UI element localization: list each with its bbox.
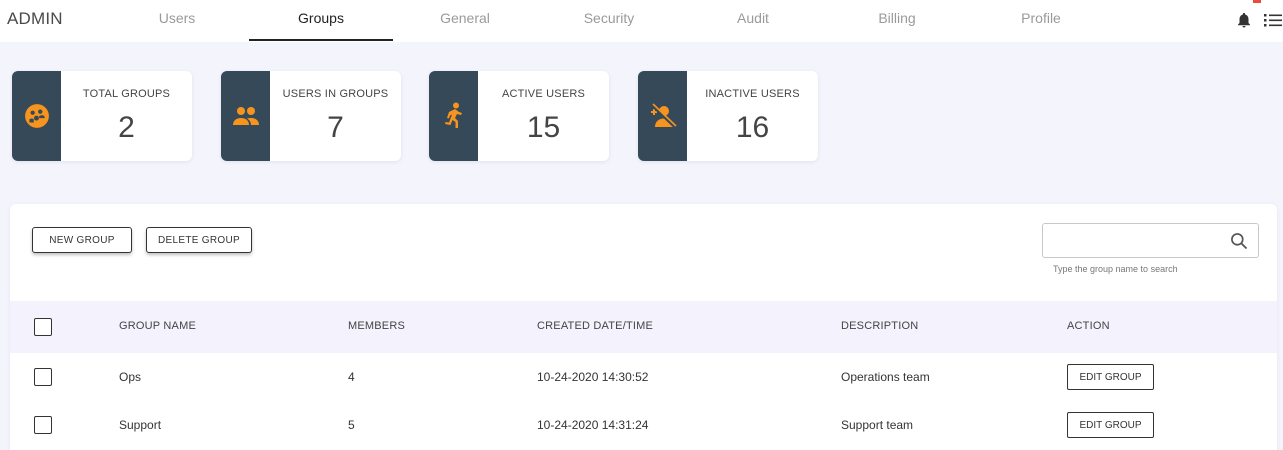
stat-value: 7 xyxy=(327,111,344,144)
search-input[interactable] xyxy=(1051,230,1221,252)
select-all-checkbox[interactable] xyxy=(34,318,52,336)
notification-badge xyxy=(1253,0,1261,3)
tab-groups[interactable]: Groups xyxy=(249,10,393,26)
table-row: Support 5 10-24-2020 14:31:24 Support te… xyxy=(10,401,1277,449)
running-person-icon xyxy=(444,102,462,128)
stat-label: INACTIVE USERS xyxy=(705,88,800,100)
delete-group-button[interactable]: DELETE GROUP xyxy=(146,227,252,253)
stat-card-users-in-groups: USERS IN GROUPS 7 xyxy=(221,71,401,161)
members-cell: 5 xyxy=(348,418,355,432)
groups-panel: NEW GROUP DELETE GROUP Type the group na… xyxy=(10,204,1277,450)
people-icon xyxy=(232,107,259,125)
table-header: GROUP NAME MEMBERS CREATED DATE/TIME DES… xyxy=(10,301,1277,353)
column-header-description[interactable]: DESCRIPTION xyxy=(841,320,918,332)
tab-general[interactable]: General xyxy=(393,10,537,26)
stat-card-inactive-users: INACTIVE USERS 16 xyxy=(638,71,818,161)
row-checkbox[interactable] xyxy=(34,416,52,434)
stat-label: USERS IN GROUPS xyxy=(282,88,389,100)
column-header-members[interactable]: MEMBERS xyxy=(348,320,405,332)
active-tab-indicator xyxy=(249,39,393,41)
search-box xyxy=(1042,223,1259,258)
groups-icon xyxy=(24,104,49,128)
search-icon[interactable] xyxy=(1229,231,1249,251)
stat-label: ACTIVE USERS xyxy=(501,88,586,100)
new-group-button[interactable]: NEW GROUP xyxy=(32,227,132,253)
tab-profile[interactable]: Profile xyxy=(969,10,1113,26)
table-row: Ops 4 10-24-2020 14:30:52 Operations tea… xyxy=(10,353,1277,401)
stat-label: TOTAL GROUPS xyxy=(82,88,171,100)
tab-security[interactable]: Security xyxy=(537,10,681,26)
column-header-action: ACTION xyxy=(1067,320,1110,332)
group-name-cell: Ops xyxy=(119,370,142,384)
stat-value: 2 xyxy=(118,111,135,144)
column-header-created[interactable]: CREATED DATE/TIME xyxy=(537,320,653,332)
column-header-group-name[interactable]: GROUP NAME xyxy=(119,320,196,332)
edit-group-button[interactable]: EDIT GROUP xyxy=(1067,412,1154,438)
description-cell: Support team xyxy=(841,418,914,432)
tab-billing[interactable]: Billing xyxy=(825,10,969,26)
stat-value: 15 xyxy=(526,111,561,144)
brand-title: ADMIN xyxy=(7,9,63,28)
tab-users[interactable]: Users xyxy=(105,10,249,26)
tab-audit[interactable]: Audit xyxy=(681,10,825,26)
created-cell: 10-24-2020 14:31:24 xyxy=(537,418,649,432)
group-name-cell: Support xyxy=(119,418,162,432)
top-nav: ADMIN Users Groups General Security Audi… xyxy=(0,0,1283,42)
list-menu-icon[interactable] xyxy=(1264,12,1282,28)
row-checkbox[interactable] xyxy=(34,368,52,386)
members-cell: 4 xyxy=(348,370,355,384)
stat-value: 16 xyxy=(735,111,770,144)
stat-card-active-users: ACTIVE USERS 15 xyxy=(429,71,609,161)
user-off-icon xyxy=(650,103,677,129)
bell-icon[interactable] xyxy=(1235,10,1253,30)
created-cell: 10-24-2020 14:30:52 xyxy=(537,370,649,384)
search-hint: Type the group name to search xyxy=(1053,264,1178,274)
stat-card-total-groups: TOTAL GROUPS 2 xyxy=(12,71,192,161)
edit-group-button[interactable]: EDIT GROUP xyxy=(1067,364,1154,390)
description-cell: Operations team xyxy=(841,370,930,384)
